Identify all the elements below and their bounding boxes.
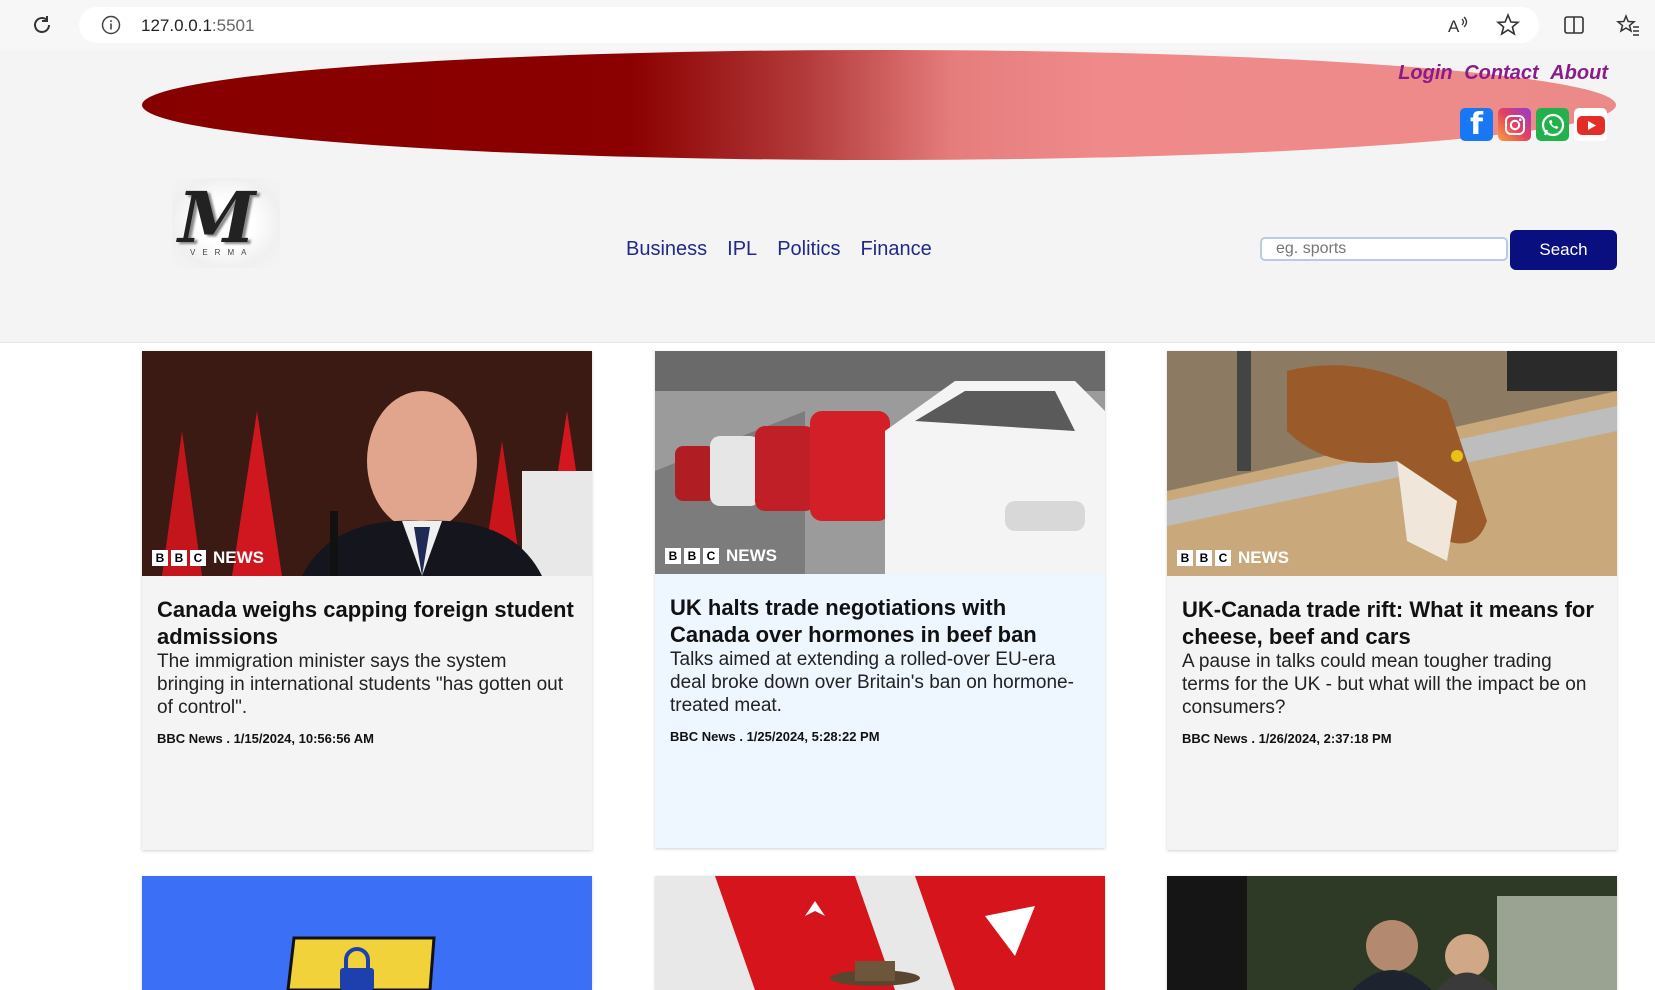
reload-icon[interactable] <box>30 13 54 37</box>
favorites-icon[interactable] <box>1616 13 1640 37</box>
url-host: 127.0.0.1 <box>141 16 212 35</box>
news-image[interactable]: B B C NEWS <box>1167 351 1617 576</box>
svg-text:A: A <box>1448 17 1460 36</box>
address-bar[interactable]: 127.0.0.1:5501 <box>79 7 1539 43</box>
news-image[interactable] <box>655 876 1105 990</box>
bbc-news-tag: B B C NEWS <box>152 548 264 568</box>
category-nav: Business IPL Politics Finance <box>626 238 932 261</box>
logo-name: VERMA <box>190 248 254 257</box>
bbc-letter: B <box>684 548 700 564</box>
bbc-news-tag: B B C NEWS <box>665 546 777 566</box>
news-image[interactable] <box>142 876 592 990</box>
news-description: Talks aimed at extending a rolled-over E… <box>670 649 1074 716</box>
bbc-letter: B <box>171 550 187 566</box>
top-links: Login Contact About <box>1392 62 1608 85</box>
bbc-letter: B <box>665 548 681 564</box>
bbc-letter: B <box>1177 550 1193 566</box>
news-card[interactable]: B B C NEWS UK halts trade negotiations w… <box>655 351 1105 848</box>
contact-link[interactable]: Contact <box>1464 62 1538 84</box>
news-meta: BBC News . 1/25/2024, 5:28:22 PM <box>670 729 880 744</box>
bbc-letter: B <box>152 550 168 566</box>
news-image[interactable]: B B C NEWS <box>655 351 1105 574</box>
facebook-icon[interactable]: f <box>1460 107 1493 142</box>
instagram-icon[interactable] <box>1498 108 1531 141</box>
nav-item-politics[interactable]: Politics <box>777 238 840 261</box>
bbc-letter: C <box>190 550 206 566</box>
news-title[interactable]: UK-Canada trade rift: What it means for … <box>1182 596 1602 650</box>
nav-item-finance[interactable]: Finance <box>861 238 932 261</box>
news-title[interactable]: UK halts trade negotiations with Canada … <box>670 594 1090 648</box>
nav-item-business[interactable]: Business <box>626 238 707 261</box>
split-screen-icon[interactable] <box>1562 13 1586 37</box>
about-link[interactable]: About <box>1550 62 1608 84</box>
bbc-letter: B <box>1196 550 1212 566</box>
search-button[interactable]: Seach <box>1510 230 1617 270</box>
search-input[interactable] <box>1260 237 1508 261</box>
social-links: f <box>1460 107 1607 142</box>
nav-item-ipl[interactable]: IPL <box>727 238 757 261</box>
news-title[interactable]: Canada weighs capping foreign student ad… <box>157 596 577 650</box>
news-card[interactable]: B B C NEWS UK-Canada trade rift: What it… <box>1167 351 1617 850</box>
news-card[interactable]: B B C NEWS Canada weighs capping foreign… <box>142 351 592 850</box>
url-text: 127.0.0.1:5501 <box>141 16 254 36</box>
news-card[interactable] <box>142 876 592 990</box>
login-link[interactable]: Login <box>1398 62 1452 84</box>
read-aloud-icon[interactable]: A <box>1446 13 1470 37</box>
favorite-star-icon[interactable] <box>1496 13 1520 37</box>
news-card[interactable] <box>1167 876 1617 990</box>
info-icon[interactable] <box>101 15 121 35</box>
logo-letter: M <box>178 176 256 259</box>
browser-toolbar: 127.0.0.1:5501 A <box>0 0 1655 51</box>
whatsapp-icon[interactable] <box>1536 108 1569 141</box>
bbc-letter: C <box>1215 550 1231 566</box>
news-description: A pause in talks could mean tougher trad… <box>1182 651 1587 718</box>
news-word: NEWS <box>1238 548 1289 567</box>
news-card[interactable] <box>655 876 1105 990</box>
news-word: NEWS <box>726 546 777 565</box>
bbc-news-tag: B B C NEWS <box>1177 548 1289 568</box>
site-logo[interactable]: M VERMA <box>172 176 280 268</box>
bbc-letter: C <box>703 548 719 564</box>
news-description: The immigration minister says the system… <box>157 651 564 718</box>
url-port: :5501 <box>211 16 255 35</box>
news-image[interactable] <box>1167 876 1617 990</box>
news-image[interactable]: B B C NEWS <box>142 351 592 576</box>
news-meta: BBC News . 1/15/2024, 10:56:56 AM <box>157 731 375 746</box>
news-meta: BBC News . 1/26/2024, 2:37:18 PM <box>1182 731 1392 746</box>
news-word: NEWS <box>213 548 264 567</box>
youtube-icon[interactable] <box>1574 108 1607 141</box>
